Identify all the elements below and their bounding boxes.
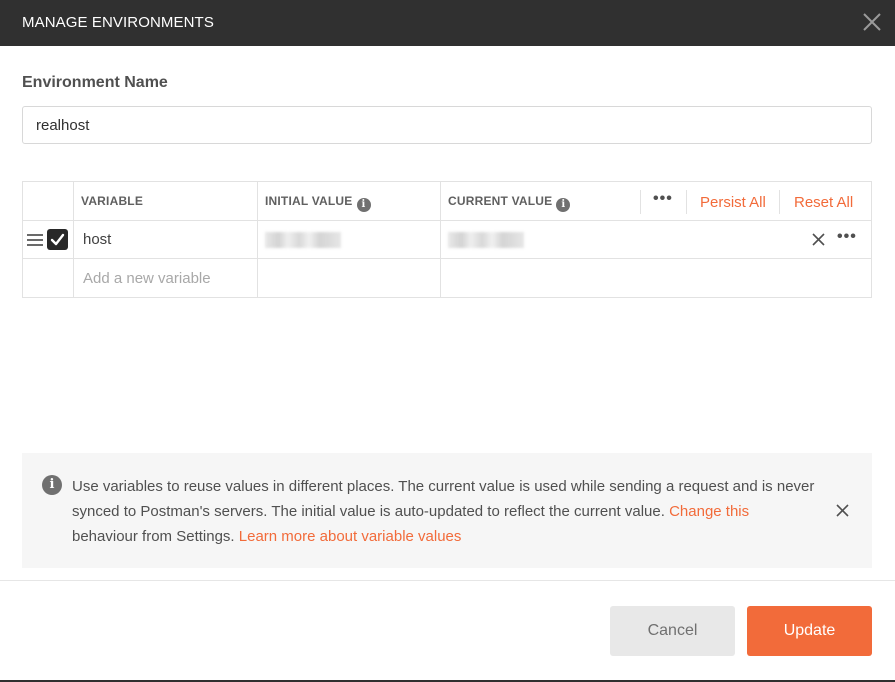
environment-name-label: Environment Name — [22, 74, 168, 91]
header-variable: VARIABLE — [81, 194, 144, 208]
header-divider — [779, 190, 780, 214]
row-more-options-icon[interactable]: ••• — [837, 228, 857, 246]
header-initial-value-label: INITIAL VALUE — [265, 194, 353, 208]
info-banner-text: Use variables to reuse values in differe… — [72, 474, 817, 549]
info-icon[interactable]: i — [356, 198, 371, 212]
environment-name-input[interactable] — [22, 106, 872, 144]
variable-name-cell[interactable]: host — [83, 231, 111, 248]
column-divider — [440, 182, 441, 297]
header-divider — [640, 190, 641, 214]
learn-more-link[interactable]: Learn more about variable values — [239, 528, 462, 545]
header-current-value: CURRENT VALUE i — [448, 194, 571, 212]
initial-value-cell-redacted[interactable] — [265, 232, 341, 248]
update-button[interactable]: Update — [747, 606, 872, 656]
banner-text-after: behaviour from Settings. — [72, 528, 239, 545]
add-variable-input[interactable]: Add a new variable — [83, 270, 211, 287]
current-value-cell-redacted[interactable] — [448, 232, 524, 248]
info-banner: i Use variables to reuse values in diffe… — [22, 453, 872, 568]
dialog-title: MANAGE ENVIRONMENTS — [22, 14, 214, 31]
variables-table: VARIABLE INITIAL VALUE i CURRENT VALUE i •… — [22, 181, 872, 298]
column-divider — [73, 182, 74, 297]
header-current-value-label: CURRENT VALUE — [448, 194, 553, 208]
persist-all-button[interactable]: Persist All — [700, 194, 766, 211]
dismiss-banner-icon[interactable] — [836, 504, 849, 517]
footer-divider — [0, 580, 895, 581]
info-icon: i — [42, 475, 62, 495]
reset-all-button[interactable]: Reset All — [794, 194, 853, 211]
drag-handle-icon[interactable] — [27, 234, 43, 246]
dialog-titlebar: MANAGE ENVIRONMENTS — [0, 0, 895, 46]
close-icon[interactable] — [861, 11, 883, 33]
row-divider — [23, 258, 871, 259]
header-initial-value: INITIAL VALUE i — [265, 194, 371, 212]
more-options-icon[interactable]: ••• — [653, 190, 673, 208]
header-divider — [686, 190, 687, 214]
info-icon[interactable]: i — [556, 198, 571, 212]
change-settings-link[interactable]: Change this — [669, 503, 749, 520]
delete-variable-icon[interactable] — [812, 233, 825, 246]
row-divider — [23, 220, 871, 221]
cancel-button[interactable]: Cancel — [610, 606, 735, 656]
enabled-checkbox[interactable] — [47, 229, 68, 250]
column-divider — [257, 182, 258, 297]
